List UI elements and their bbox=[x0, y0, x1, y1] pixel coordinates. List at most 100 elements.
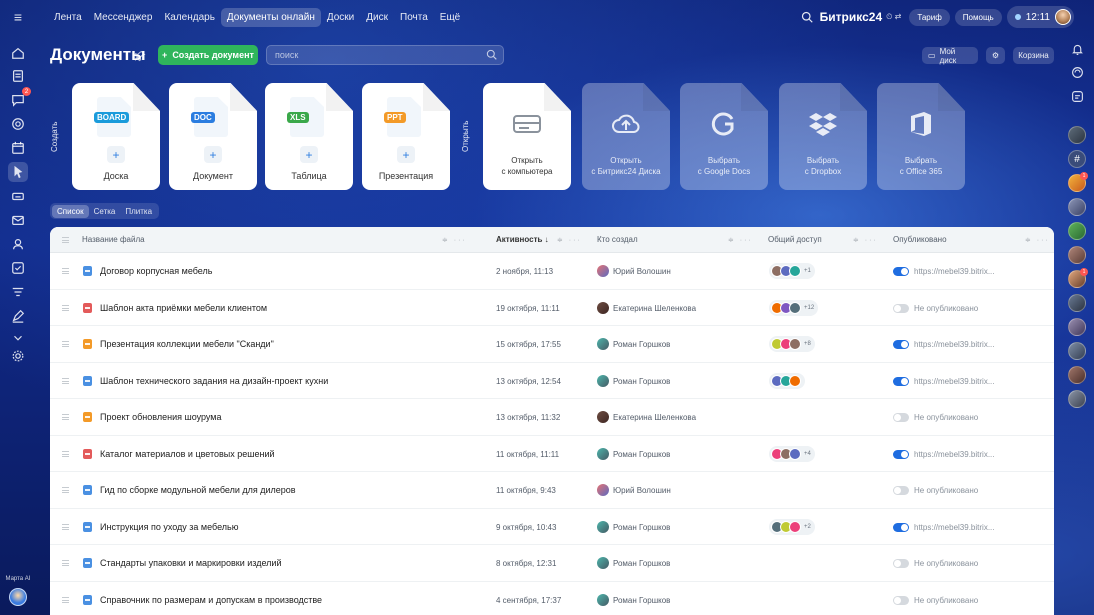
author-avatar[interactable] bbox=[597, 301, 609, 314]
contact-avatar[interactable] bbox=[1068, 366, 1086, 384]
row-menu-icon[interactable] bbox=[62, 268, 69, 274]
publish-toggle[interactable] bbox=[893, 340, 909, 349]
settings-icon[interactable] bbox=[8, 346, 28, 366]
open-card-1[interactable]: Открыть с Битрикс24 Диска bbox=[582, 83, 670, 190]
filter-icon[interactable] bbox=[8, 282, 28, 302]
table-row[interactable]: Каталог материалов и цветовых решений 11 … bbox=[50, 436, 1054, 472]
create-card-1[interactable]: DOC + Документ bbox=[169, 83, 257, 190]
nav-item-6[interactable]: Почта bbox=[394, 8, 434, 27]
shared-avatars[interactable]: +2 bbox=[769, 518, 815, 535]
file-name[interactable]: Справочник по размерам и допускам в прои… bbox=[100, 595, 322, 605]
sign-icon[interactable] bbox=[8, 306, 28, 326]
author-name[interactable]: Юрий Волошин bbox=[613, 267, 671, 276]
contact-avatar[interactable] bbox=[1068, 294, 1086, 312]
table-row[interactable]: Шаблон акта приёмки мебели клиентом 19 ок… bbox=[50, 290, 1054, 326]
author-name[interactable]: Роман Горшков bbox=[613, 450, 670, 459]
author-avatar[interactable] bbox=[597, 338, 609, 350]
contact-avatar[interactable] bbox=[1068, 342, 1086, 360]
table-row[interactable]: Шаблон технического задания на дизайн-пр… bbox=[50, 363, 1054, 399]
help-button[interactable]: Помощь bbox=[954, 8, 1002, 26]
author-name[interactable]: Роман Горшков bbox=[613, 596, 670, 605]
author-avatar[interactable] bbox=[597, 520, 609, 533]
channel-icon[interactable]: # bbox=[1068, 150, 1086, 168]
column-name[interactable]: Название файла bbox=[82, 235, 145, 244]
pin-icon[interactable] bbox=[134, 50, 146, 62]
open-card-2[interactable]: Выбрать с Google Docs bbox=[680, 83, 768, 190]
shared-avatars[interactable]: +4 bbox=[769, 445, 815, 462]
contact-avatar[interactable] bbox=[1068, 390, 1086, 408]
shared-avatars[interactable]: +8 bbox=[769, 336, 815, 352]
plus-icon[interactable]: + bbox=[107, 146, 125, 163]
author-avatar[interactable] bbox=[597, 484, 609, 496]
row-menu-icon[interactable] bbox=[62, 304, 69, 311]
author-name[interactable]: Екатерина Шеленкова bbox=[613, 413, 696, 422]
documents-icon[interactable] bbox=[8, 162, 28, 182]
publish-toggle[interactable] bbox=[893, 559, 909, 568]
column-activity[interactable]: Активность ↓ bbox=[496, 235, 549, 244]
publish-toggle[interactable] bbox=[893, 449, 909, 459]
target-icon[interactable] bbox=[8, 114, 28, 134]
table-row[interactable]: Проект обновления шоурума 13 октября, 11:… bbox=[50, 399, 1054, 436]
nav-item-4[interactable]: Доски bbox=[321, 8, 360, 27]
public-link[interactable]: https://mebel39.bitrix... bbox=[914, 377, 994, 386]
brand-logo[interactable]: Битрикс24 bbox=[820, 10, 882, 24]
author-name[interactable]: Юрий Волошин bbox=[613, 486, 671, 495]
search-icon[interactable] bbox=[798, 8, 816, 26]
column-shared[interactable]: Общий доступ bbox=[768, 235, 822, 244]
home-icon[interactable] bbox=[8, 43, 28, 63]
author-name[interactable]: Роман Горшков bbox=[613, 523, 670, 532]
user-avatar[interactable] bbox=[1055, 9, 1071, 25]
author-avatar[interactable] bbox=[597, 447, 609, 460]
publish-toggle[interactable] bbox=[893, 376, 909, 386]
nav-item-0[interactable]: Лента bbox=[48, 8, 88, 27]
create-document-button[interactable]: + Создать документ bbox=[158, 45, 258, 65]
table-row[interactable]: Инструкция по уходу за мебелью 9 октября,… bbox=[50, 509, 1054, 545]
chat-icon[interactable]: 2 bbox=[8, 87, 31, 110]
nav-item-2[interactable]: Календарь bbox=[158, 8, 220, 27]
contacts-icon[interactable] bbox=[8, 234, 28, 254]
column-settings-icon[interactable] bbox=[62, 237, 69, 243]
mail-icon[interactable] bbox=[8, 210, 28, 230]
nav-item-1[interactable]: Мессенджер bbox=[88, 8, 159, 27]
row-menu-icon[interactable] bbox=[62, 377, 69, 384]
file-name[interactable]: Проект обновления шоурума bbox=[100, 412, 222, 422]
column-tools-icon[interactable]: ≑ ··· bbox=[442, 236, 467, 244]
settings-button[interactable]: ⚙ bbox=[986, 47, 1005, 64]
view-1[interactable]: Сетка bbox=[89, 205, 121, 218]
search-icon[interactable] bbox=[486, 49, 497, 60]
public-link[interactable]: https://mebel39.bitrix... bbox=[914, 523, 994, 532]
file-name[interactable]: Гид по сборке модульной мебели для дилер… bbox=[100, 485, 296, 495]
plus-icon[interactable]: + bbox=[300, 146, 318, 163]
shared-avatars[interactable]: +1 bbox=[769, 263, 815, 279]
view-2[interactable]: Плитка bbox=[120, 205, 157, 218]
table-row[interactable]: Договор корпусная мебель 2 ноября, 11:13 Ю… bbox=[50, 253, 1054, 290]
author-avatar[interactable] bbox=[597, 411, 609, 423]
create-card-3[interactable]: PPT + Презентация bbox=[362, 83, 450, 190]
open-card-3[interactable]: Выбрать с Dropbox bbox=[779, 83, 867, 190]
column-tools-icon[interactable]: ≑ ··· bbox=[728, 236, 753, 244]
author-avatar[interactable] bbox=[597, 265, 609, 277]
author-avatar[interactable] bbox=[597, 593, 609, 606]
menu-icon[interactable]: ≡ bbox=[9, 8, 27, 26]
row-menu-icon[interactable] bbox=[62, 560, 69, 566]
plus-icon[interactable]: + bbox=[204, 146, 222, 163]
table-row[interactable]: Справочник по размерам и допускам в прои… bbox=[50, 582, 1054, 615]
feed-icon[interactable] bbox=[8, 66, 28, 86]
contact-avatar[interactable] bbox=[1068, 318, 1086, 336]
file-name[interactable]: Шаблон акта приёмки мебели клиентом bbox=[100, 303, 267, 313]
table-row[interactable]: Гид по сборке модульной мебели для дилер… bbox=[50, 472, 1054, 509]
contact-avatar[interactable] bbox=[1068, 222, 1086, 240]
author-name[interactable]: Роман Горшков bbox=[613, 377, 670, 386]
nav-item-3[interactable]: Документы онлайн bbox=[220, 7, 321, 27]
row-menu-icon[interactable] bbox=[62, 341, 69, 347]
column-published[interactable]: Опубликовано bbox=[893, 235, 947, 244]
row-menu-icon[interactable] bbox=[62, 596, 69, 603]
shared-avatars[interactable] bbox=[769, 372, 805, 389]
tasks-icon[interactable] bbox=[8, 258, 28, 278]
contact-avatar[interactable] bbox=[1068, 126, 1086, 144]
view-0[interactable]: Список bbox=[52, 204, 89, 218]
author-name[interactable]: Роман Горшков bbox=[613, 559, 670, 568]
calendar-icon[interactable] bbox=[8, 138, 28, 158]
drive-icon[interactable] bbox=[8, 186, 28, 206]
row-menu-icon[interactable] bbox=[62, 414, 69, 420]
